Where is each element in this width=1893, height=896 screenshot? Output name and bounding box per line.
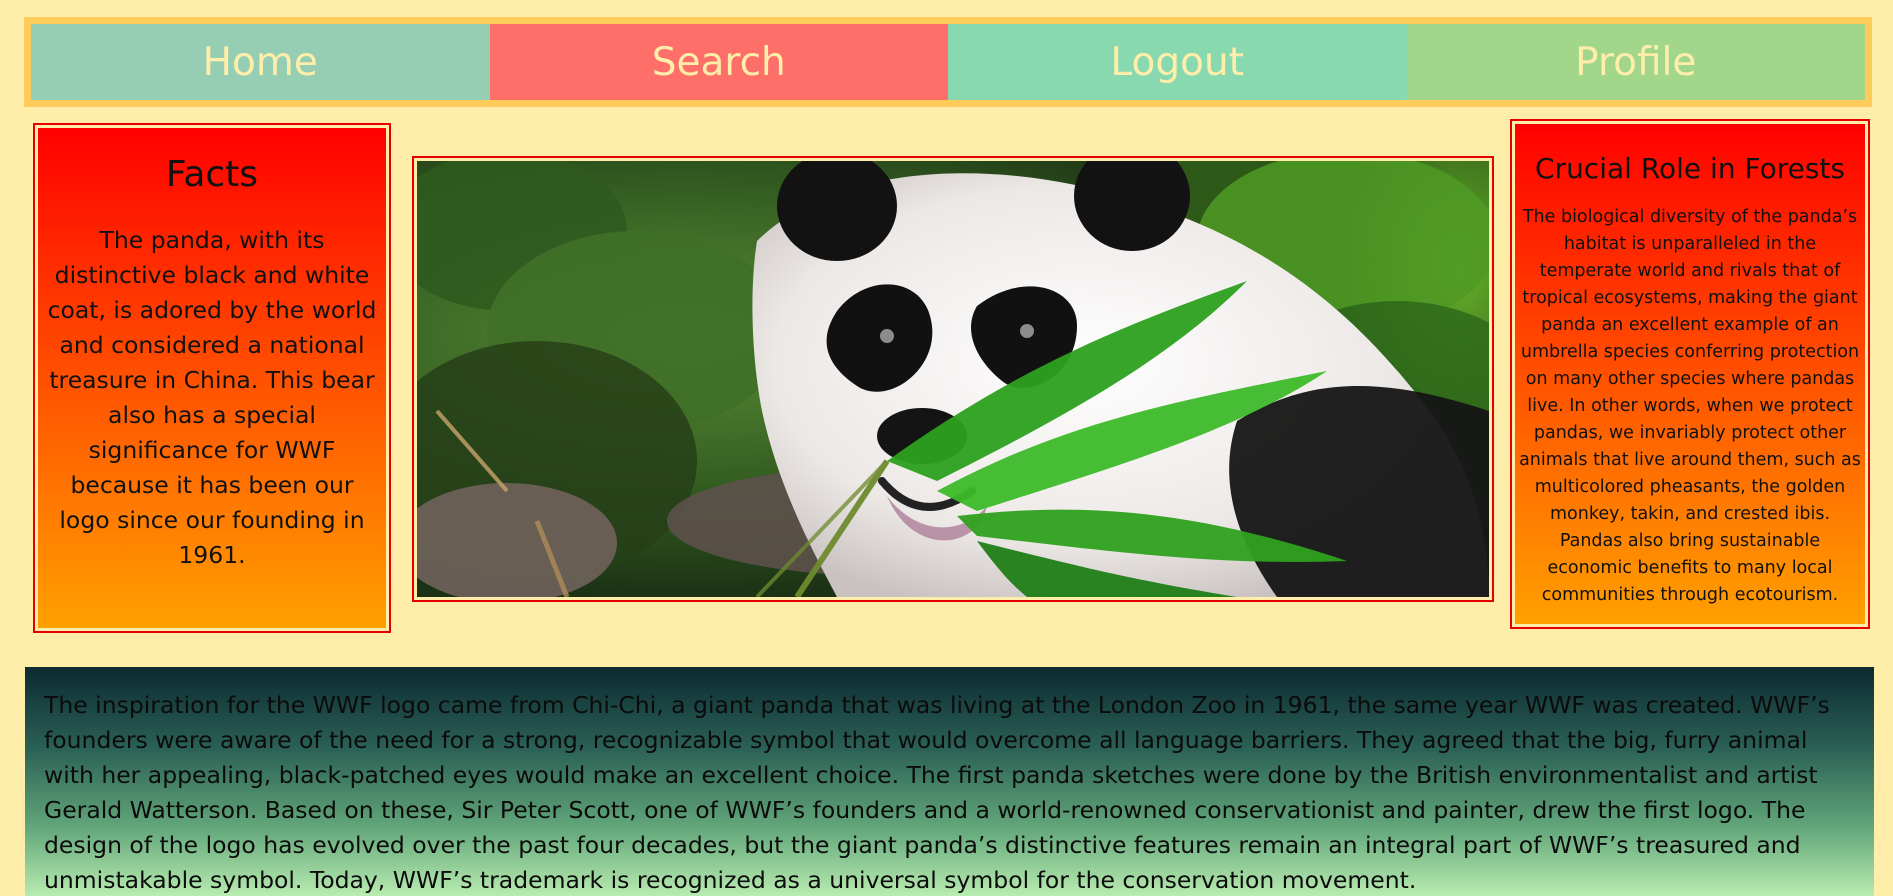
nav-logout-link[interactable]: Logout <box>948 24 1407 100</box>
facts-card: Facts The panda, with its distinctive bl… <box>33 123 391 633</box>
nav-profile-link[interactable]: Profile <box>1406 24 1865 100</box>
panda-photo-illustration <box>417 161 1489 597</box>
facts-title: Facts <box>165 154 259 195</box>
facts-card-body: Facts The panda, with its distinctive bl… <box>38 128 386 628</box>
nav-search-link[interactable]: Search <box>489 24 948 100</box>
forest-role-text: The biological diversity of the panda’s … <box>1519 207 1861 605</box>
facts-text: The panda, with its distinctive black an… <box>47 226 377 569</box>
forest-role-card: Crucial Role in Forests The biological d… <box>1510 119 1870 629</box>
forest-role-card-body: Crucial Role in Forests The biological d… <box>1515 124 1865 624</box>
top-nav: Home Search Logout Profile <box>24 17 1872 107</box>
wwf-logo-story-text: The inspiration for the WWF logo came fr… <box>44 691 1830 894</box>
wwf-logo-story: The inspiration for the WWF logo came fr… <box>25 667 1874 896</box>
page: Home Search Logout Profile Facts The pan… <box>0 0 1893 896</box>
nav-home-link[interactable]: Home <box>31 24 490 100</box>
panda-photo-frame <box>412 156 1494 602</box>
forest-role-title: Crucial Role in Forests <box>1535 152 1845 185</box>
panda-photo <box>417 161 1489 597</box>
